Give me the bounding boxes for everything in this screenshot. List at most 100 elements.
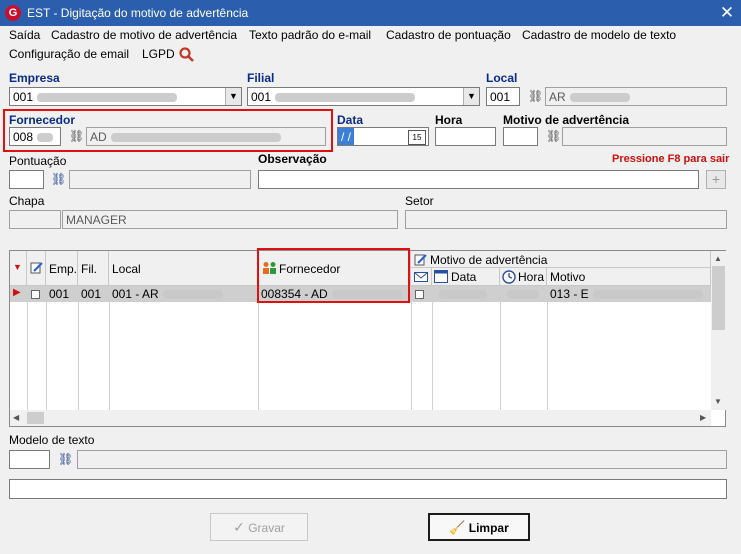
hora-input[interactable] [435,127,496,146]
grid-line [411,286,412,410]
fornecedor-code: 008 [13,130,34,144]
hora-label: Hora [435,113,463,127]
scroll-thumb[interactable] [27,412,44,424]
cell-local: 001 - AR [112,287,257,301]
chapa-desc-field: MANAGER [62,210,398,229]
cell-motivo: 013 - E [550,287,710,301]
binoculars-icon[interactable]: ⛓ [546,129,561,143]
grid-line [78,286,79,410]
check-icon: ✓ [233,519,245,535]
menu-item-config-email[interactable]: Configuração de email [9,47,129,61]
redacted-text [592,290,703,300]
binoculars-icon[interactable]: ⛓ [69,129,84,143]
grid-indicator-header: ▼ [10,251,27,286]
clock-icon [502,270,516,284]
envelope-icon [414,272,428,282]
col-data-header[interactable]: Data [432,268,500,286]
col-emp-header[interactable]: Emp. [46,251,78,286]
menu-item-saida[interactable]: Saída [9,28,40,42]
group-motivo-label: Motivo de advertência [430,253,548,267]
filial-select[interactable]: 001 ▼ [247,87,480,106]
redacted-text [37,133,54,143]
col-fil-label: Fil. [81,262,97,276]
binoculars-icon[interactable]: ⛓ [528,89,543,103]
grid-line [27,286,28,410]
edit-icon [414,254,427,266]
col-local-header[interactable]: Local [109,251,258,286]
title-bar: G EST - Digitação do motivo de advertênc… [0,0,741,26]
vertical-scrollbar[interactable]: ▲ ▼ [711,251,726,410]
horizontal-scrollbar[interactable]: ◀ ▶ [10,410,711,426]
chapa-input[interactable] [9,210,61,229]
col-fil-header[interactable]: Fil. [78,251,109,286]
local-code-input[interactable]: 001 [486,87,520,106]
col-data-label: Data [451,270,477,284]
calendar-icon[interactable]: 15 [408,130,426,145]
menu-item-cadastro-modelo[interactable]: Cadastro de modelo de texto [522,28,676,42]
filial-label: Filial [247,71,275,85]
motivo-label: Motivo de advertência [503,113,630,127]
col-motivo-label: Motivo [550,270,586,284]
observacao-input[interactable] [258,170,699,189]
modelo-texto-input[interactable] [9,450,50,469]
empresa-value: 001 [13,90,34,104]
empresa-label: Empresa [9,71,60,85]
binoculars-icon[interactable]: ⛓ [58,452,73,466]
redacted-text [439,290,487,300]
edit-icon [30,262,43,274]
col-hora-label: Hora [518,270,545,284]
fornecedor-column-highlight [257,248,410,303]
col-email-header[interactable] [411,268,432,286]
scroll-up-icon[interactable]: ▲ [714,254,722,263]
scroll-left-icon[interactable]: ◀ [13,413,19,422]
scroll-thumb[interactable] [712,266,725,330]
plus-icon[interactable]: + [706,170,726,189]
pontuacao-desc-field [69,170,251,189]
col-local-label: Local [112,262,141,276]
fornecedor-desc: AD [90,130,107,144]
scroll-right-icon[interactable]: ▶ [700,413,706,422]
row-email-checkbox[interactable] [415,288,424,302]
empresa-select[interactable]: 001 ▼ [9,87,242,106]
cell-motivo-text: 013 - E [550,287,589,301]
grid-line [46,286,47,410]
setor-field [405,210,727,229]
col-motivo-header[interactable]: Motivo [547,268,711,286]
gravar-button[interactable]: ✓ Gravar [210,513,308,541]
redacted-text [275,93,416,103]
chevron-down-icon[interactable]: ▼ [225,88,241,105]
cell-emp: 001 [49,287,70,301]
fornecedor-desc-field: AD [86,127,326,146]
limpar-button[interactable]: 🧹 Limpar [428,513,530,541]
observacao-label: Observação [258,152,327,166]
menu-item-texto-padrao[interactable]: Texto padrão do e-mail [249,28,371,42]
redacted-text [569,93,630,103]
row-indicator-icon: ▶ [13,287,21,298]
row-checkbox[interactable] [31,288,40,302]
menu-item-lgpd[interactable]: LGPD [142,47,175,61]
redacted-text [110,133,281,143]
search-icon[interactable] [179,47,194,62]
scroll-down-icon[interactable]: ▼ [714,397,722,406]
gravar-label: Gravar [248,521,285,535]
col-hora-header[interactable]: Hora [500,268,547,286]
binoculars-icon[interactable]: ⛓ [51,172,66,186]
menu-item-cadastro-pontuacao[interactable]: Cadastro de pontuação [386,28,511,42]
chevron-down-icon[interactable]: ▼ [463,88,479,105]
fornecedor-code-input[interactable]: 008 [9,127,61,146]
filial-value: 001 [251,90,272,104]
data-input[interactable]: / / 15 [337,127,429,146]
observation-footer-input[interactable] [9,479,727,499]
pontuacao-input[interactable] [9,170,44,189]
motivo-code-input[interactable] [503,127,538,146]
redacted-text [37,93,178,103]
menu-item-cadastro-motivo[interactable]: Cadastro de motivo de advertência [51,28,237,42]
close-icon[interactable]: ✕ [716,2,738,24]
limpar-label: Limpar [468,521,509,535]
setor-label: Setor [405,194,434,208]
cell-hora [503,287,545,301]
grid-line [432,286,433,410]
app-logo-icon: G [5,5,21,21]
col-emp-label: Emp. [49,262,78,276]
data-value: / / [338,128,355,145]
